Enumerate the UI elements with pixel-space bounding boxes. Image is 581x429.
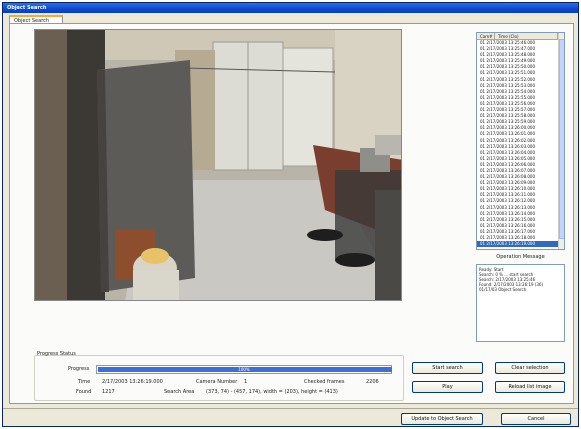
- office-scene-image: [35, 30, 401, 300]
- operation-message-label: Operation Message: [496, 254, 545, 260]
- time-value: 2/17/2003 13:26:19.000: [102, 379, 163, 385]
- progress-status-group: Progress Status Progress 100% Time 2/17/…: [34, 351, 404, 403]
- object-search-window: Object Search Object Search Cam# Time (C…: [2, 2, 579, 427]
- result-list-header: Cam# Time (Clo): [477, 33, 564, 40]
- scrollbar-thumb[interactable]: [559, 39, 564, 239]
- checked-frames-label: Checked frames: [304, 379, 345, 385]
- window-title: Object Search: [3, 3, 578, 13]
- clear-selection-button[interactable]: Clear selection: [495, 362, 565, 374]
- start-search-button[interactable]: Start search: [412, 362, 483, 374]
- reload-list-image-button[interactable]: Reload list image: [495, 381, 565, 393]
- list-item[interactable]: 01 2/17/2003 13:26:19.000: [477, 241, 564, 248]
- camera-number-value: 1: [244, 379, 248, 385]
- search-area-label: Search Area: [164, 389, 195, 395]
- operation-message-box[interactable]: Ready: Start Search: 0 % ... start search…: [476, 264, 565, 342]
- footer-divider: [3, 408, 578, 409]
- progress-percent: 100%: [238, 367, 250, 372]
- column-header-time[interactable]: Time (Clo): [495, 33, 558, 39]
- result-list[interactable]: Cam# Time (Clo) 01 2/17/2003 13:25:46.00…: [476, 32, 565, 250]
- camera-number-label: Camera Number: [196, 379, 238, 385]
- tab-panel: Cam# Time (Clo) 01 2/17/2003 13:25:46.00…: [9, 23, 574, 404]
- progress-label: Progress: [68, 366, 90, 372]
- column-header-cam[interactable]: Cam#: [477, 33, 495, 39]
- result-list-scrollbar[interactable]: [558, 33, 564, 249]
- operation-message-line: 01/17/03 Object Search: [479, 287, 527, 292]
- checked-frames-value: 2206: [366, 379, 379, 385]
- result-list-rows: 01 2/17/2003 13:25:46.000 01 2/17/2003 13…: [477, 40, 564, 248]
- found-label: Found: [76, 389, 92, 395]
- time-label: Time: [78, 379, 91, 385]
- progress-status-label: Progress Status: [37, 351, 76, 357]
- cancel-button[interactable]: Cancel: [501, 413, 571, 425]
- found-value: 1217: [102, 389, 115, 395]
- search-area-value: (373, 74) - (457, 174), width = (203), h…: [206, 389, 338, 395]
- play-button[interactable]: Play: [412, 381, 483, 393]
- camera-frame-image[interactable]: [34, 29, 402, 301]
- update-object-search-button[interactable]: Update to Object Search: [401, 413, 483, 425]
- search-progress-bar: 100%: [96, 365, 392, 374]
